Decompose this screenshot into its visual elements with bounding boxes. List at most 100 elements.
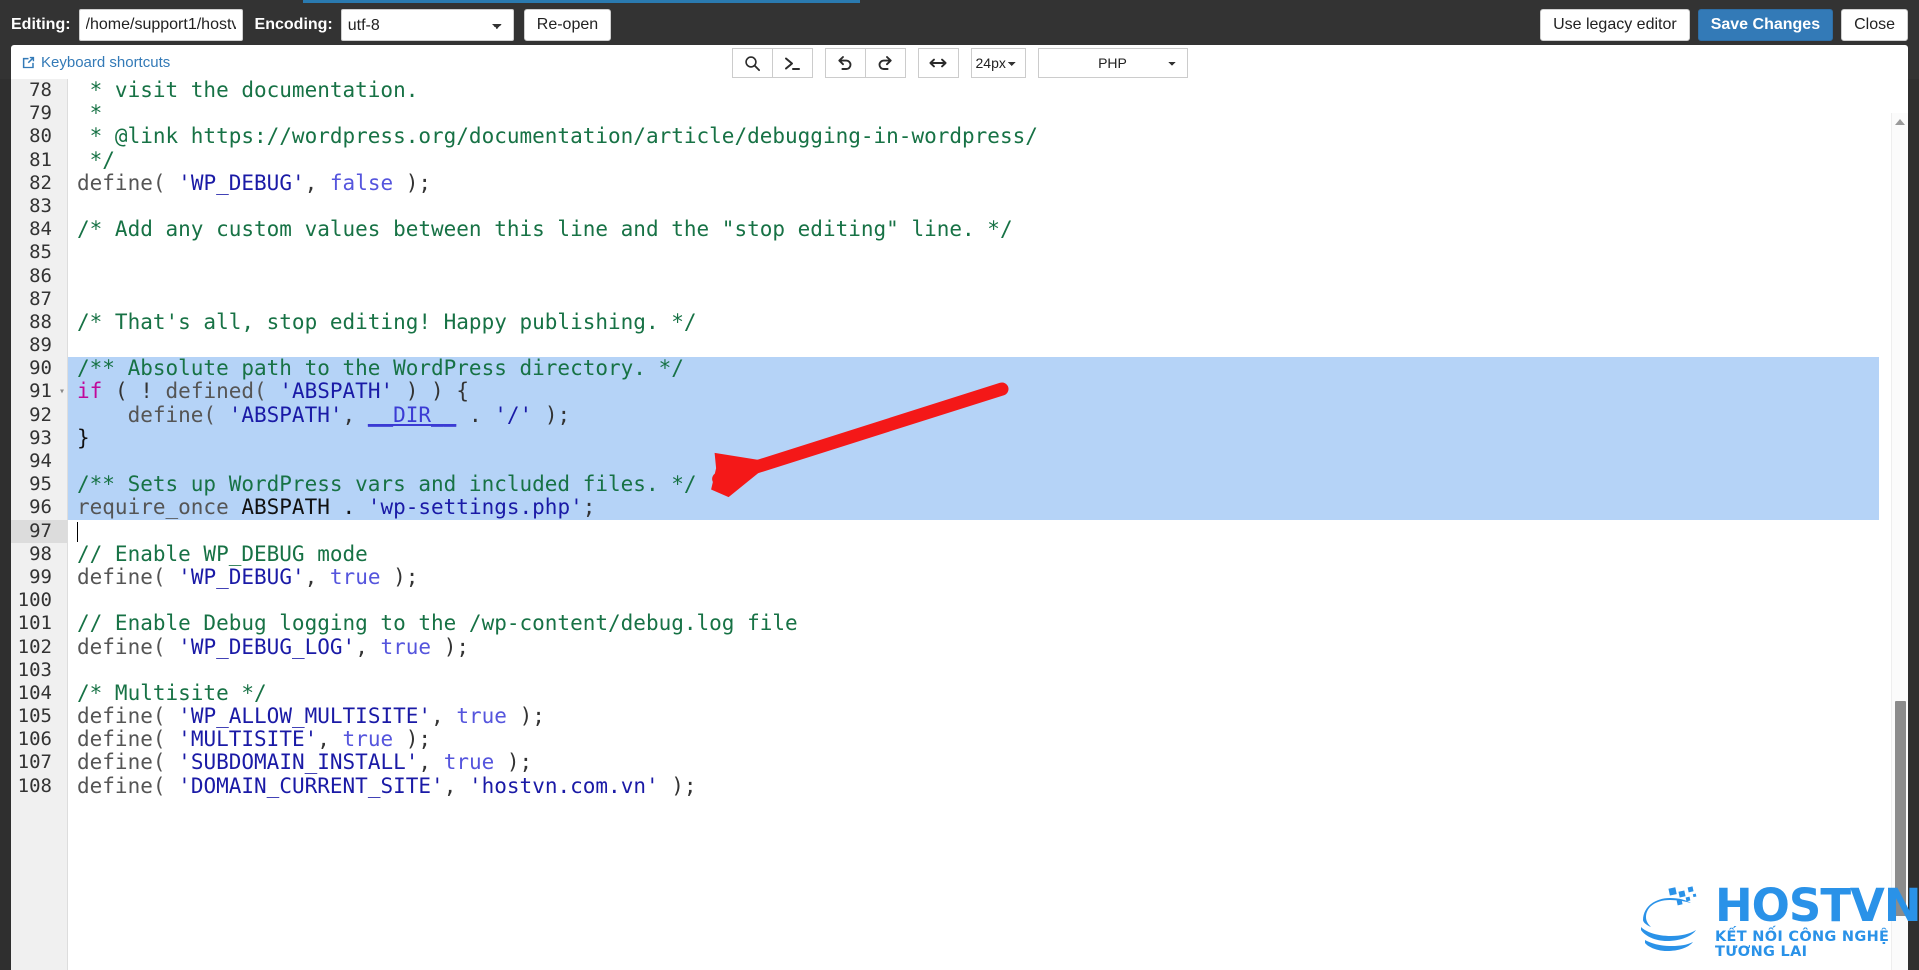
code-line[interactable]: /* That's all, stop editing! Happy publi…	[68, 310, 1908, 334]
code-token: define(	[77, 564, 166, 589]
code-line[interactable]	[68, 589, 1908, 612]
code-token: ,	[355, 634, 381, 659]
code-line[interactable]	[68, 241, 1908, 264]
code-token: );	[506, 704, 545, 729]
vertical-scrollbar[interactable]	[1891, 113, 1908, 970]
code-line[interactable]	[68, 520, 1908, 543]
keyboard-shortcuts-link[interactable]: Keyboard shortcuts	[21, 54, 170, 71]
code-content[interactable]: * visit the documentation. * * @link htt…	[68, 79, 1908, 970]
close-button[interactable]: Close	[1841, 9, 1908, 41]
code-token: 'ABSPATH'	[228, 402, 343, 427]
code-line[interactable]	[68, 195, 1908, 218]
code-line[interactable]: /* Add any custom values between this li…	[68, 218, 1908, 241]
code-token: 'DOMAIN_CURRENT_SITE'	[178, 773, 444, 798]
code-line[interactable]	[68, 334, 1908, 357]
code-token: define(	[77, 704, 166, 729]
code-line[interactable]: define( 'DOMAIN_CURRENT_SITE', 'hostvn.c…	[68, 773, 1908, 798]
code-line[interactable]: // Enable WP_DEBUG mode	[68, 542, 1908, 566]
code-token: /* Multisite */	[77, 680, 267, 705]
code-line[interactable]: }	[68, 426, 1908, 450]
code-line[interactable]: /** Absolute path to the WordPress direc…	[68, 356, 1908, 381]
code-editor[interactable]: 78 79 80 81 82 83 84 85 86 87 88 89 90 91 ▾ 92 93 94 95 96 9…	[11, 79, 1908, 970]
code-line[interactable]: define( 'WP_DEBUG_LOG', true );	[68, 634, 1908, 659]
file-path-input[interactable]	[78, 9, 243, 41]
code-token: true	[443, 750, 495, 775]
code-line-text: * @link https://wordpress.org/documentat…	[68, 124, 1038, 148]
code-token: ,	[431, 704, 457, 729]
use-legacy-editor-button[interactable]: Use legacy editor	[1540, 9, 1690, 41]
code-token: if	[77, 379, 103, 404]
code-token: );	[393, 170, 432, 195]
language-mode-select[interactable]: PHP	[1037, 48, 1188, 78]
code-token: ,	[317, 727, 343, 752]
code-line-text: require_once ABSPATH . 'wp-settings.php'…	[68, 495, 595, 519]
line-number: 78	[29, 79, 52, 101]
line-number: 104	[17, 681, 52, 704]
save-changes-button[interactable]: Save Changes	[1697, 9, 1834, 41]
code-line[interactable]: /* Multisite */	[68, 680, 1908, 705]
editing-label: Editing:	[11, 16, 71, 33]
code-line[interactable]: define( 'ABSPATH', __DIR__ . '/' );	[68, 402, 1908, 427]
code-line[interactable]: /** Sets up WordPress vars and included …	[68, 473, 1908, 497]
code-line-text: define( 'WP_DEBUG', true );	[68, 565, 418, 589]
search-button[interactable]	[731, 48, 773, 78]
undo-button[interactable]	[824, 48, 866, 78]
code-line[interactable]: if ( ! defined( 'ABSPATH' ) ) {	[68, 379, 1908, 404]
line-number: 107	[17, 751, 52, 774]
code-line[interactable]: * @link https://wordpress.org/documentat…	[68, 125, 1908, 148]
code-line-text: /* Add any custom values between this li…	[68, 217, 1013, 241]
code-line[interactable]: */	[68, 148, 1908, 172]
code-line[interactable]: *	[68, 102, 1908, 125]
line-number: 106	[17, 728, 52, 751]
font-size-select[interactable]: 24px	[970, 48, 1026, 78]
word-wrap-button[interactable]	[917, 48, 959, 78]
code-token: }	[77, 425, 90, 450]
code-line[interactable]	[68, 450, 1908, 474]
line-number: 102	[17, 635, 52, 658]
line-number: 87	[29, 287, 52, 310]
code-line[interactable]: * visit the documentation.	[68, 79, 1908, 102]
vertical-scrollbar-thumb[interactable]	[1895, 701, 1906, 916]
code-line[interactable]	[68, 659, 1908, 682]
code-line[interactable]	[68, 288, 1908, 311]
code-token: // Enable Debug logging to the /wp-conte…	[77, 611, 798, 636]
command-prompt-button[interactable]	[771, 48, 813, 78]
undo-icon	[836, 54, 854, 72]
code-line[interactable]: define( 'WP_DEBUG', true );	[68, 565, 1908, 589]
line-number: 91 ▾	[29, 380, 65, 403]
code-line[interactable]: define( 'SUBDOMAIN_INSTALL', true );	[68, 751, 1908, 774]
code-token: 'SUBDOMAIN_INSTALL'	[178, 750, 419, 775]
code-fold-marker[interactable]: ▾	[59, 380, 65, 403]
code-line[interactable]: // Enable Debug logging to the /wp-conte…	[68, 612, 1908, 635]
code-line[interactable]: require_once ABSPATH . 'wp-settings.php'…	[68, 495, 1908, 520]
code-token: ABSPATH .	[228, 495, 368, 520]
history-tool-group	[824, 48, 906, 78]
line-number: 92	[29, 403, 52, 426]
line-number: 101	[17, 612, 52, 635]
code-line[interactable]: define( 'MULTISITE', true );	[68, 728, 1908, 751]
code-token: define(	[77, 634, 166, 659]
code-line-text: }	[68, 426, 90, 450]
code-line[interactable]: define( 'WP_ALLOW_MULTISITE', true );	[68, 704, 1908, 729]
scroll-up-arrow-icon[interactable]	[1895, 119, 1905, 125]
code-line[interactable]	[68, 265, 1908, 288]
redo-button[interactable]	[864, 48, 906, 78]
code-token: 'WP_DEBUG'	[178, 564, 305, 589]
line-number: 88	[29, 310, 52, 333]
encoding-select[interactable]: utf-8	[340, 9, 514, 41]
code-token: ,	[342, 402, 368, 427]
code-token: ,	[304, 564, 330, 589]
code-token: /** Absolute path to the WordPress direc…	[77, 356, 684, 381]
line-number: 80	[29, 125, 52, 148]
line-number: 95	[29, 473, 52, 496]
code-token: !	[140, 379, 153, 404]
code-token: ,	[304, 170, 330, 195]
reopen-button[interactable]: Re-open	[523, 9, 612, 41]
code-line[interactable]: define( 'WP_DEBUG', false );	[68, 170, 1908, 195]
